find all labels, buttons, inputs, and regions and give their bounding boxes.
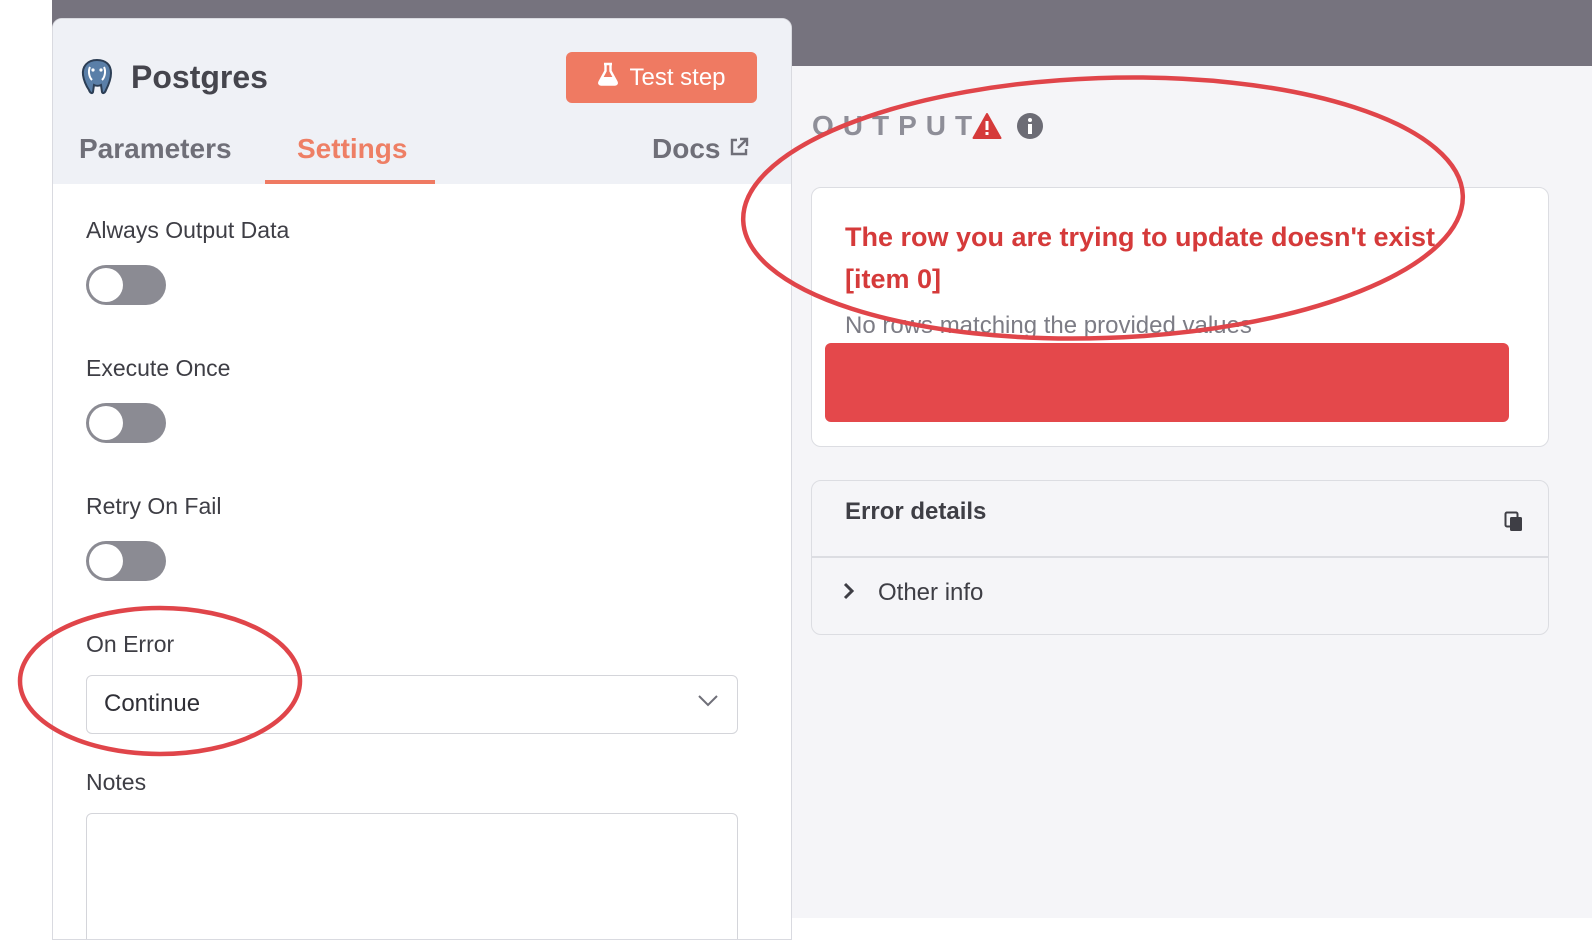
left-margin	[0, 0, 52, 918]
execute-once-toggle[interactable]	[86, 403, 166, 443]
chevron-right-icon	[842, 582, 856, 605]
on-error-value: Continue	[104, 690, 201, 717]
warning-triangle-icon	[972, 112, 1002, 145]
on-error-label: On Error	[86, 631, 175, 657]
flask-icon	[597, 62, 619, 93]
always-output-data-toggle[interactable]	[86, 265, 166, 305]
postgres-elephant-icon	[79, 57, 115, 97]
node-title: Postgres	[131, 59, 268, 95]
test-step-button[interactable]: Test step	[566, 52, 757, 103]
node-settings-panel: Postgres Test step Parameters Settings D…	[52, 18, 792, 940]
tab-parameters[interactable]: Parameters	[79, 133, 232, 165]
error-details-title: Error details	[845, 498, 987, 525]
chevron-down-icon	[697, 694, 719, 713]
info-circle-icon[interactable]	[1016, 112, 1044, 145]
notes-textarea[interactable]	[86, 813, 738, 939]
notes-label: Notes	[86, 769, 147, 795]
on-error-select[interactable]: Continue	[86, 675, 738, 734]
tab-settings[interactable]: Settings	[297, 133, 407, 165]
error-description: No rows matching the provided values	[845, 312, 1252, 339]
docs-link[interactable]: Docs	[652, 133, 750, 165]
other-info-label: Other info	[878, 579, 984, 606]
error-message-card: The row you are trying to update doesn't…	[811, 187, 1549, 447]
panel-header: Postgres Test step Parameters Settings D…	[53, 19, 791, 184]
external-link-icon	[728, 133, 750, 165]
retry-on-fail-toggle[interactable]	[86, 541, 166, 581]
copy-icon[interactable]	[1504, 511, 1524, 538]
output-heading: OUTPUT	[812, 110, 982, 141]
redaction-block	[825, 343, 1509, 422]
test-step-label: Test step	[629, 63, 726, 91]
retry-on-fail-label: Retry On Fail	[86, 493, 222, 519]
error-details-card: Error details Other info	[811, 480, 1549, 635]
divider	[812, 556, 1548, 558]
docs-label: Docs	[652, 133, 721, 164]
error-title: The row you are trying to update doesn't…	[845, 222, 1436, 294]
execute-once-label: Execute Once	[86, 355, 231, 381]
always-output-data-label: Always Output Data	[86, 217, 290, 243]
active-tab-indicator	[265, 180, 435, 184]
other-info-expander[interactable]: Other info	[842, 579, 983, 607]
